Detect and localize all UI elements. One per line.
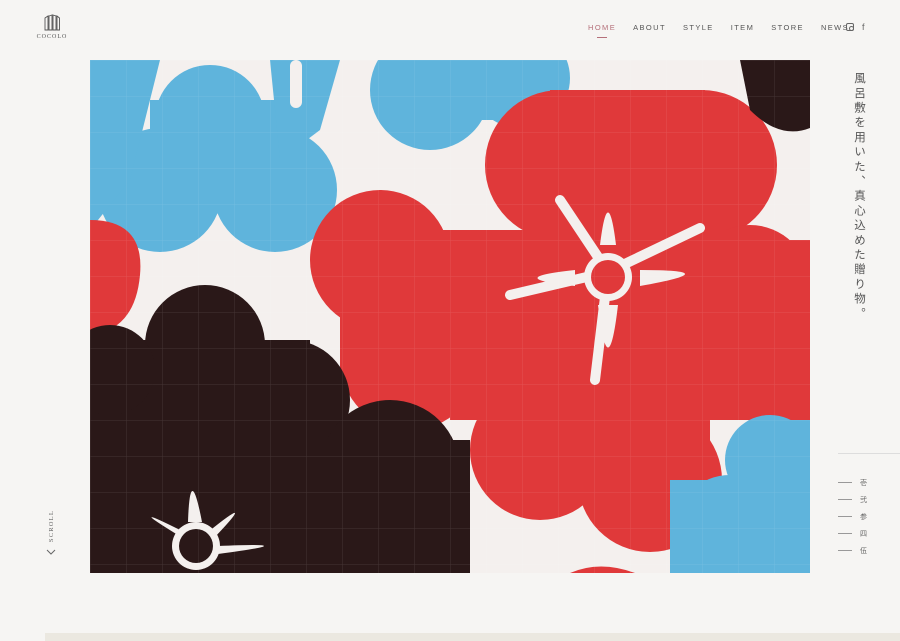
- chevron-down-icon: [46, 549, 56, 555]
- slide-label: 壱: [860, 478, 867, 487]
- slide-label: 四: [860, 529, 867, 538]
- slide-label: 弐: [860, 495, 867, 504]
- slide-nav: 壱 弐 参 四 伍: [838, 474, 867, 559]
- nav-news[interactable]: NEWS: [821, 23, 849, 32]
- dash-line: [838, 516, 852, 517]
- hero-image: [90, 60, 810, 573]
- bottom-band: [45, 633, 900, 641]
- brand-name: COCOLO: [36, 34, 68, 40]
- nav-home[interactable]: HOME: [588, 23, 616, 32]
- slide-item-4[interactable]: 四: [838, 525, 867, 542]
- scroll-label: SCROLL: [47, 510, 55, 543]
- dash-line: [838, 482, 852, 483]
- main-nav: HOME ABOUT STYLE ITEM STORE NEWS: [588, 23, 866, 32]
- nav-item[interactable]: ITEM: [731, 23, 755, 32]
- nav-store[interactable]: STORE: [771, 23, 804, 32]
- slide-item-5[interactable]: 伍: [838, 542, 867, 559]
- nav-style[interactable]: STYLE: [683, 23, 714, 32]
- slide-item-3[interactable]: 参: [838, 508, 867, 525]
- logo-mark-icon: [44, 14, 60, 31]
- facebook-icon[interactable]: f: [862, 22, 865, 32]
- nav-about[interactable]: ABOUT: [633, 23, 666, 32]
- brand-logo[interactable]: COCOLO: [36, 14, 68, 40]
- slide-label: 参: [860, 512, 867, 521]
- dash-line: [838, 533, 852, 534]
- furoshiki-pattern-image: [90, 60, 810, 573]
- slide-item-2[interactable]: 弐: [838, 491, 867, 508]
- social-links: f: [846, 22, 865, 32]
- dash-line: [838, 550, 852, 551]
- divider: [838, 453, 900, 454]
- hero-tagline: 風呂敷を用いた、真心込めた贈り物。: [853, 72, 867, 322]
- scroll-indicator[interactable]: SCROLL: [42, 510, 60, 556]
- dash-line: [838, 499, 852, 500]
- slide-label: 伍: [860, 546, 867, 555]
- slide-item-1[interactable]: 壱: [838, 474, 867, 491]
- instagram-icon[interactable]: [846, 23, 854, 31]
